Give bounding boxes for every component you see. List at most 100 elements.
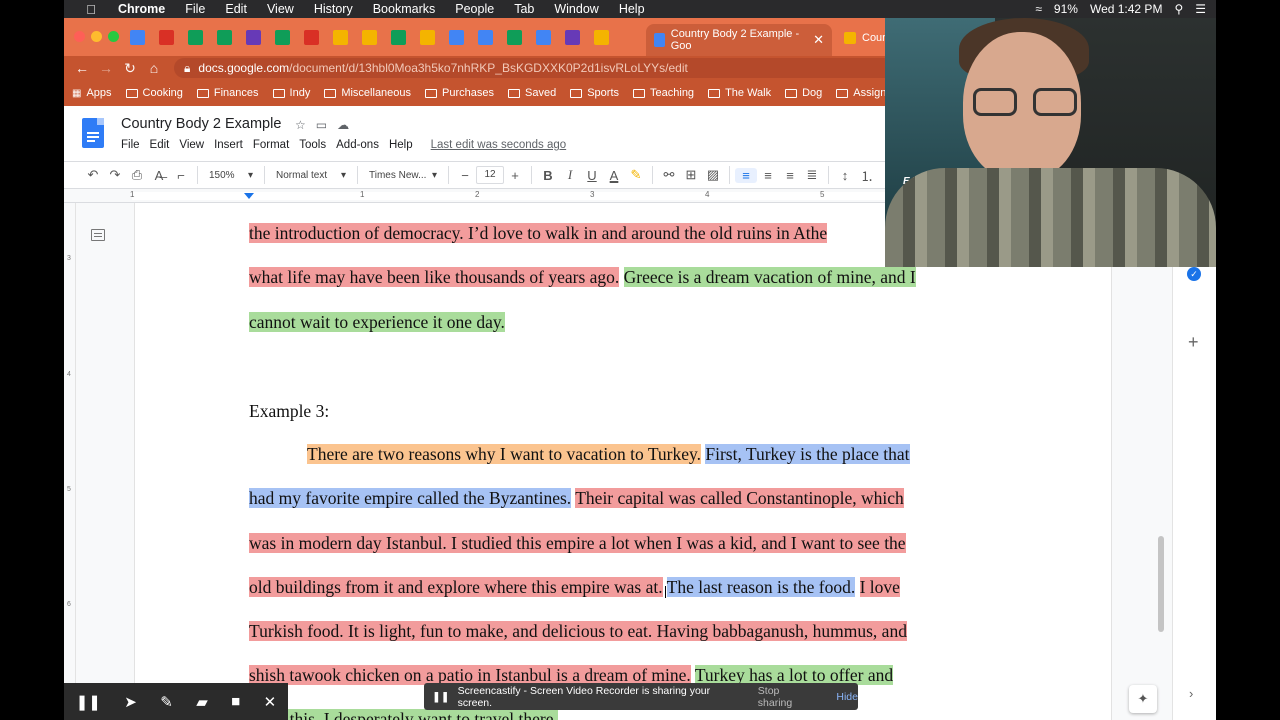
italic-icon[interactable]: I — [559, 167, 581, 183]
text-line[interactable]: was in modern day Istanbul. I studied th… — [249, 531, 906, 555]
pinned-tab-favicon-icon[interactable] — [594, 30, 609, 45]
text-line[interactable]: cannot wait to experience it one day. — [249, 310, 505, 334]
pause-icon[interactable]: ❚❚ — [76, 693, 101, 711]
bookmark-folder[interactable]: Finances — [196, 87, 259, 99]
cloud-status-icon[interactable]: ☁︎ — [337, 118, 349, 132]
bookmark-folder[interactable]: Purchases — [425, 87, 494, 99]
home-icon[interactable]: ⌂ — [142, 60, 166, 76]
undo-icon[interactable]: ↶ — [82, 167, 104, 183]
redo-icon[interactable]: ↷ — [104, 167, 126, 183]
spotlight-search-icon[interactable]: ⚲ — [1174, 2, 1183, 16]
text-line[interactable]: the introduction of democracy. I’d love … — [249, 221, 828, 245]
menu-edit[interactable]: Edit — [225, 2, 247, 16]
menu-app-name[interactable]: Chrome — [118, 2, 165, 16]
align-center-icon[interactable]: ≡ — [757, 168, 779, 183]
reload-icon[interactable]: ↻ — [118, 60, 142, 77]
text-line[interactable]: had my favorite empire called the Byzant… — [249, 486, 904, 510]
chevron-right-icon[interactable]: › — [1189, 686, 1193, 701]
lock-icon[interactable]: 🔒︎ — [184, 61, 190, 76]
vertical-ruler[interactable]: 3 4 5 6 — [64, 203, 76, 720]
align-left-icon[interactable]: ≡ — [735, 167, 757, 183]
menu-help[interactable]: Help — [619, 2, 645, 16]
pinned-tab-favicon-icon[interactable] — [304, 30, 319, 45]
docs-menu-addons[interactable]: Add-ons — [336, 139, 379, 151]
increase-font-size-button[interactable]: + — [504, 168, 526, 183]
eraser-tool-icon[interactable]: ▰ — [196, 693, 208, 711]
pinned-tab-favicon-icon[interactable] — [565, 30, 580, 45]
docs-menu-help[interactable]: Help — [389, 139, 413, 151]
pen-tool-icon[interactable]: ✎ — [160, 693, 173, 711]
spellcheck-icon[interactable]: A̶ — [148, 168, 170, 183]
tab-active[interactable]: Country Body 2 Example - Goo ✕ — [646, 24, 832, 56]
address-bar[interactable]: 🔒︎ docs.google.com/document/d/13hbl0Moa3… — [174, 58, 934, 78]
indent-marker-icon[interactable] — [244, 193, 254, 199]
numbered-list-icon[interactable]: ⒈ — [856, 166, 878, 185]
last-edit-link[interactable]: Last edit was seconds ago — [431, 139, 567, 151]
text-line[interactable]: Turkish food. It is light, fun to make, … — [249, 619, 907, 643]
text-line[interactable]: what life may have been like thousands o… — [249, 265, 916, 289]
pinned-tab-favicon-icon[interactable] — [217, 30, 232, 45]
close-tab-icon[interactable]: ✕ — [813, 32, 824, 48]
pinned-tab-favicon-icon[interactable] — [188, 30, 203, 45]
explore-icon[interactable]: ✦ — [1129, 685, 1157, 713]
menu-people[interactable]: People — [455, 2, 494, 16]
underline-icon[interactable]: U — [581, 168, 603, 183]
clock[interactable]: Wed 1:42 PM — [1090, 2, 1162, 16]
scrollbar-thumb[interactable] — [1158, 536, 1164, 632]
menu-history[interactable]: History — [314, 2, 353, 16]
pinned-tab-favicon-icon[interactable] — [536, 30, 551, 45]
docs-menu-file[interactable]: File — [121, 139, 140, 151]
pinned-tab-favicon-icon[interactable] — [130, 30, 145, 45]
control-center-icon[interactable]: ☰ — [1195, 2, 1206, 16]
text-line[interactable]: old buildings from it and explore where … — [249, 575, 900, 599]
close-window-icon[interactable] — [74, 31, 85, 42]
text-color-icon[interactable]: A — [603, 168, 625, 183]
document-page[interactable]: the introduction of democracy. I’d love … — [134, 203, 1112, 720]
pinned-tab-favicon-icon[interactable] — [333, 30, 348, 45]
forward-icon[interactable]: → — [94, 60, 118, 76]
document-outline-icon[interactable] — [91, 229, 105, 241]
pinned-tab-favicon-icon[interactable] — [478, 30, 493, 45]
align-right-icon[interactable]: ≡ — [779, 168, 801, 183]
docs-menu-tools[interactable]: Tools — [299, 139, 326, 151]
print-icon[interactable]: ⎙ — [126, 167, 148, 183]
back-icon[interactable]: ← — [70, 60, 94, 76]
align-justify-icon[interactable]: ≣ — [801, 167, 823, 183]
decrease-font-size-button[interactable]: − — [454, 168, 476, 183]
bookmark-folder[interactable]: Miscellaneous — [324, 87, 411, 99]
wifi-icon[interactable]: ≈ — [1035, 2, 1042, 16]
bookmark-folder[interactable]: Indy — [272, 87, 310, 99]
pinned-tab-favicon-icon[interactable] — [246, 30, 261, 45]
bookmark-folder[interactable]: Saved — [508, 87, 556, 99]
pinned-tab-favicon-icon[interactable] — [362, 30, 377, 45]
line-spacing-icon[interactable]: ↕ — [834, 168, 856, 183]
insert-link-icon[interactable]: ⚯ — [658, 167, 680, 183]
add-addon-icon[interactable]: + — [1188, 332, 1199, 353]
font-select[interactable]: Times New... ▾ — [363, 170, 443, 181]
menu-bookmarks[interactable]: Bookmarks — [373, 2, 436, 16]
paint-format-icon[interactable]: ⌐ — [170, 168, 192, 183]
bookmark-folder[interactable]: Cooking — [125, 87, 183, 99]
bookmark-folder[interactable]: Sports — [570, 87, 619, 99]
bold-icon[interactable]: B — [537, 168, 559, 183]
pinned-tab-favicon-icon[interactable] — [420, 30, 435, 45]
zoom-select[interactable]: 150% ▾ — [203, 170, 259, 181]
font-size-input[interactable]: 12 — [476, 166, 504, 184]
add-comment-icon[interactable]: ⊞ — [680, 167, 702, 183]
docs-menu-view[interactable]: View — [179, 139, 204, 151]
section-heading[interactable]: Example 3: — [249, 399, 329, 423]
close-icon[interactable]: ✕ — [264, 693, 277, 711]
docs-logo-icon[interactable] — [82, 118, 104, 148]
highlight-color-icon[interactable]: ✎ — [625, 167, 647, 183]
docs-menu-edit[interactable]: Edit — [150, 139, 170, 151]
menu-file[interactable]: File — [185, 2, 205, 16]
stop-sharing-button[interactable]: Stop sharing — [758, 685, 815, 709]
minimize-window-icon[interactable] — [91, 31, 102, 42]
bookmark-folder[interactable]: Teaching — [633, 87, 694, 99]
pointer-tool-icon[interactable]: ➤ — [124, 693, 137, 711]
bookmark-folder[interactable]: Dog — [785, 87, 822, 99]
docs-menu-format[interactable]: Format — [253, 139, 289, 151]
move-folder-icon[interactable]: ▭ — [316, 118, 327, 132]
star-icon[interactable]: ☆ — [295, 118, 306, 132]
tasks-check-icon[interactable]: ✓ — [1187, 267, 1201, 281]
